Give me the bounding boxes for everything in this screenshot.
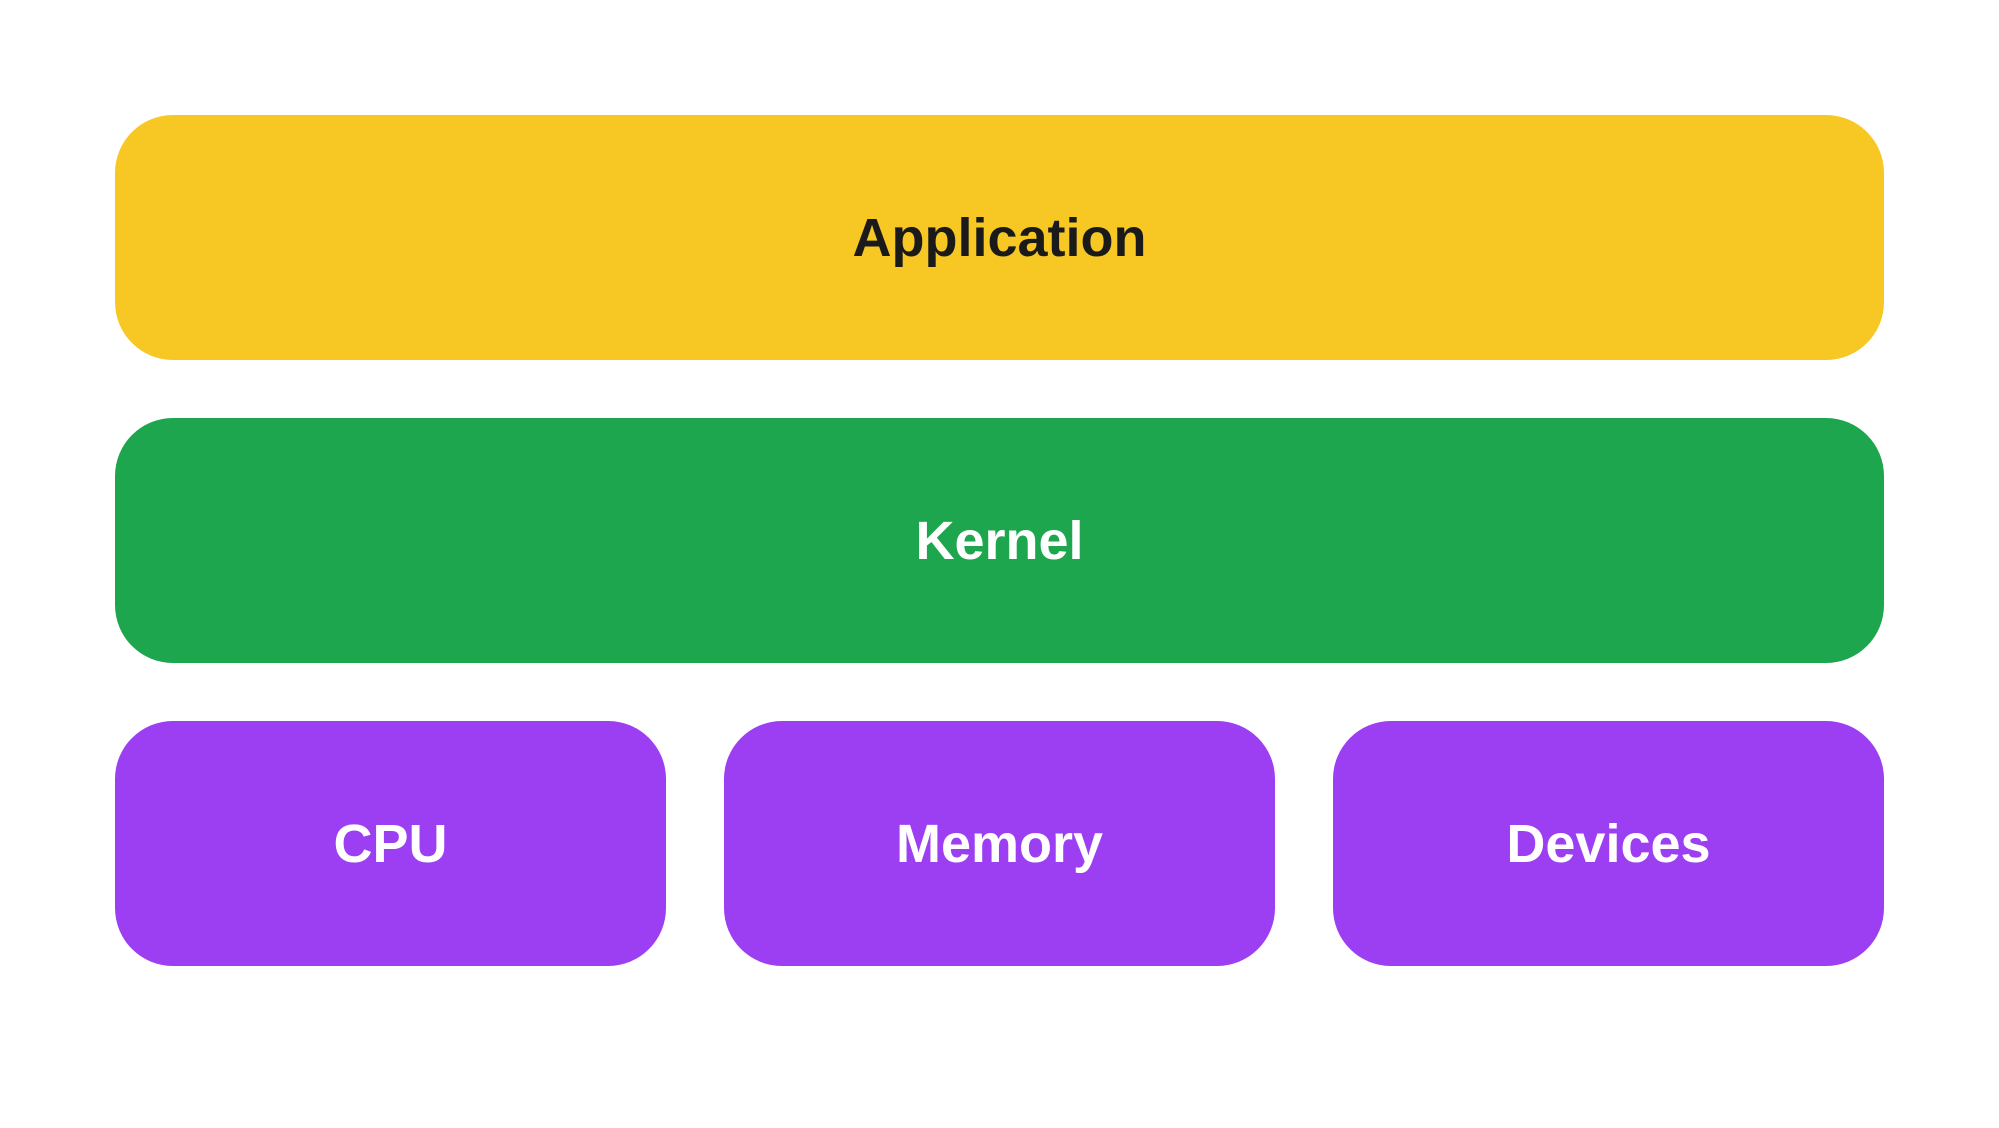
application-layer-box: Application <box>115 115 1884 360</box>
kernel-layer-box: Kernel <box>115 418 1884 663</box>
cpu-box: CPU <box>115 721 666 966</box>
devices-label: Devices <box>1506 813 1710 875</box>
devices-box: Devices <box>1333 721 1884 966</box>
kernel-label: Kernel <box>915 510 1083 572</box>
memory-box: Memory <box>724 721 1275 966</box>
application-label: Application <box>853 207 1147 269</box>
hardware-layer-row: CPU Memory Devices <box>115 721 1884 966</box>
cpu-label: CPU <box>333 813 447 875</box>
memory-label: Memory <box>896 813 1103 875</box>
